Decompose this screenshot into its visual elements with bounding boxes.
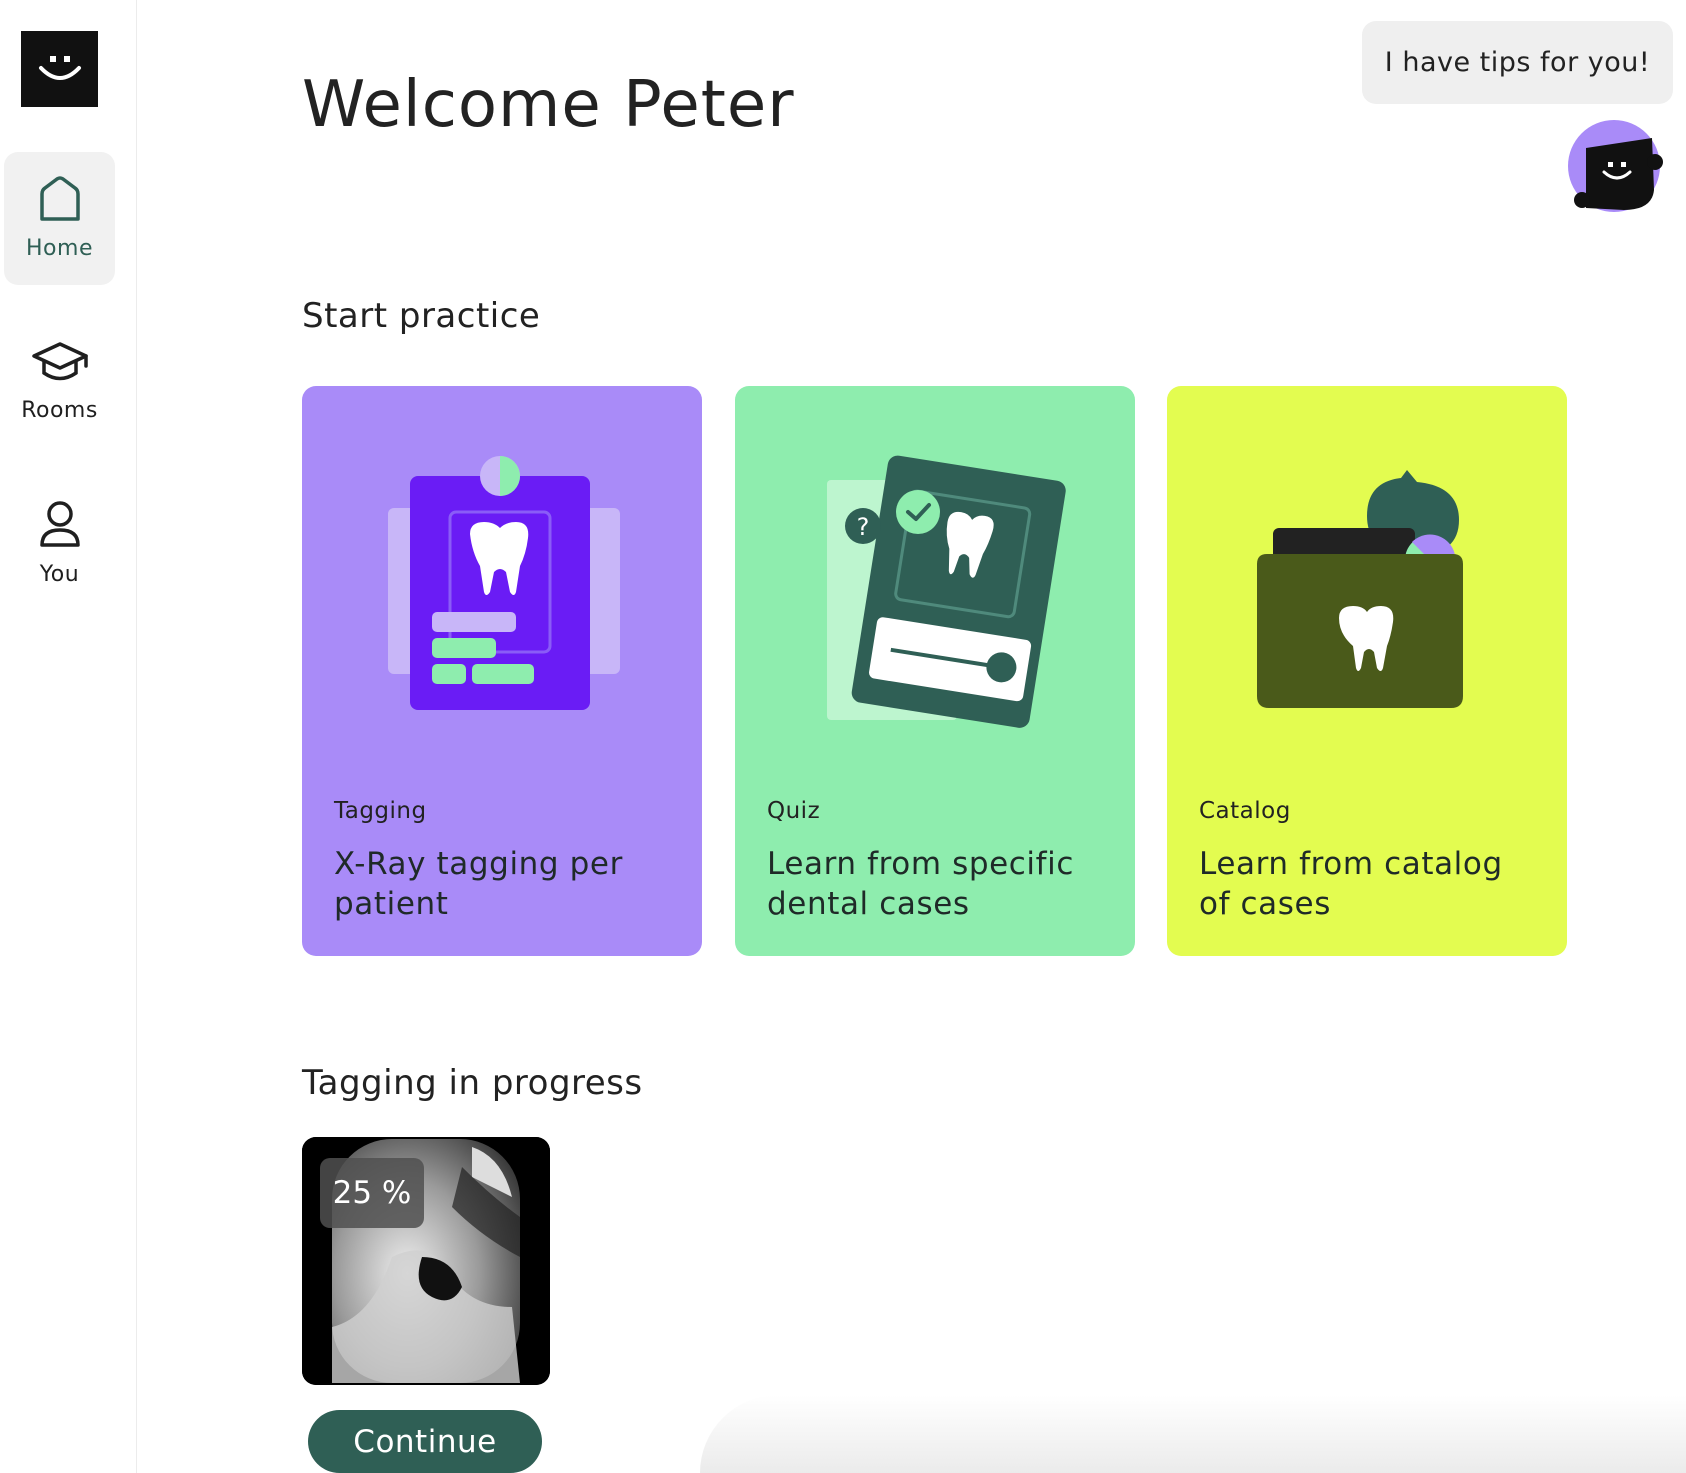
svg-text:?: ? bbox=[857, 513, 870, 541]
tagging-card[interactable]: Tagging X-Ray tagging per patient bbox=[302, 386, 702, 956]
card-description: X-Ray tagging per patient bbox=[334, 846, 623, 922]
user-icon bbox=[38, 500, 82, 552]
card-category: Tagging bbox=[334, 798, 427, 824]
xray-thumbnail[interactable]: 25 % bbox=[302, 1137, 550, 1385]
sidebar: Home Rooms You bbox=[0, 0, 137, 1473]
sidebar-item-rooms[interactable]: Rooms bbox=[4, 315, 115, 448]
catalog-card[interactable]: Catalog Learn from catalog of cases bbox=[1167, 386, 1567, 956]
catalog-illustration-icon bbox=[1257, 470, 1463, 708]
start-practice-heading: Start practice bbox=[302, 296, 541, 336]
tips-bubble[interactable]: I have tips for you! bbox=[1362, 21, 1673, 104]
quiz-illustration-icon: ? bbox=[827, 455, 1066, 728]
page-title: Welcome Peter bbox=[302, 68, 795, 142]
home-icon bbox=[39, 176, 81, 226]
smiley-logo-icon[interactable] bbox=[21, 31, 98, 107]
sidebar-item-you[interactable]: You bbox=[4, 477, 115, 610]
bottom-shadow bbox=[700, 1395, 1686, 1473]
graduation-cap-icon bbox=[31, 340, 89, 388]
assistant-avatar-icon[interactable] bbox=[1566, 118, 1666, 218]
card-description: Learn from specific dental cases bbox=[767, 846, 1075, 922]
sidebar-item-label: Home bbox=[26, 236, 93, 261]
progress-badge: 25 % bbox=[320, 1158, 424, 1228]
continue-button[interactable]: Continue bbox=[308, 1410, 542, 1473]
sidebar-item-label: You bbox=[39, 562, 80, 587]
card-description: Learn from catalog of cases bbox=[1199, 846, 1503, 922]
card-category: Catalog bbox=[1199, 798, 1291, 824]
sidebar-item-label: Rooms bbox=[21, 398, 98, 423]
sidebar-item-home[interactable]: Home bbox=[4, 152, 115, 285]
quiz-card[interactable]: ? Quiz Learn from specific dental cases bbox=[735, 386, 1135, 956]
tagging-in-progress-heading: Tagging in progress bbox=[302, 1063, 643, 1103]
tagging-illustration-icon bbox=[388, 456, 620, 710]
card-category: Quiz bbox=[767, 798, 821, 824]
